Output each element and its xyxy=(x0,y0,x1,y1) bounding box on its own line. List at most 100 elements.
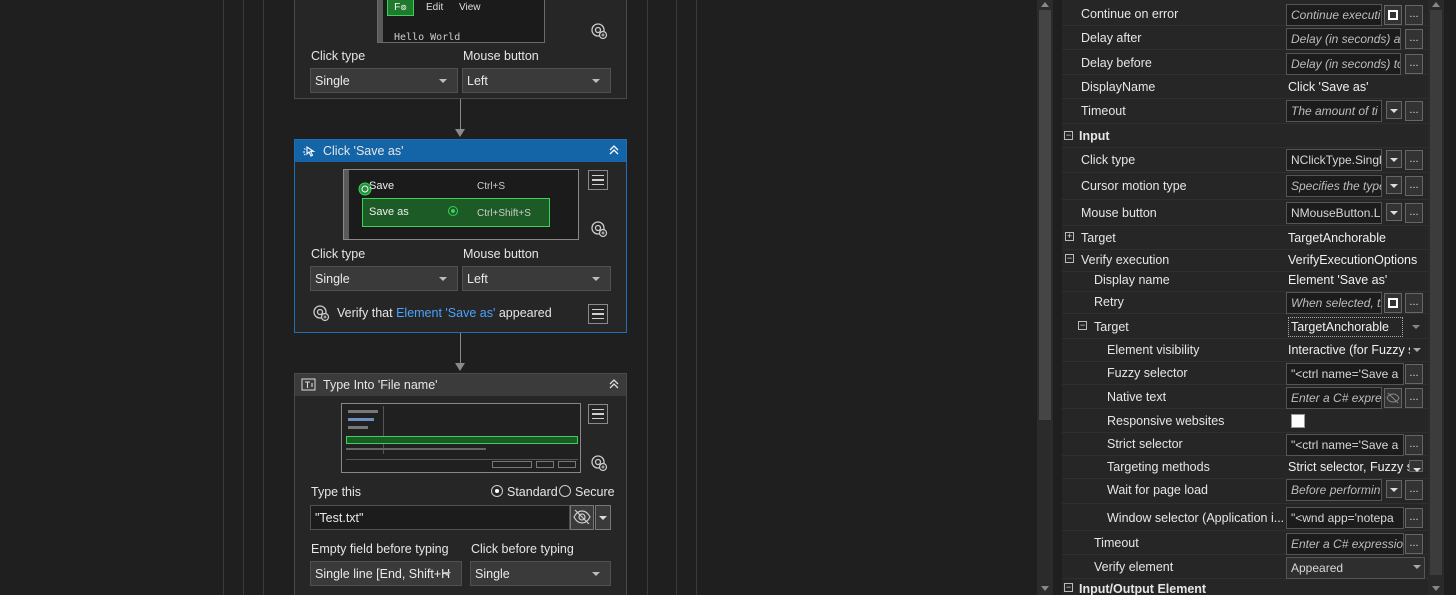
ellipsis-button[interactable]: ... xyxy=(1405,29,1423,49)
property-value-field[interactable]: NClickType.Singl xyxy=(1286,149,1382,171)
properties-scrollbar[interactable] xyxy=(1428,0,1444,595)
property-value-field[interactable]: Before performin xyxy=(1286,479,1382,501)
ellipsis-button[interactable]: ... xyxy=(1405,388,1423,408)
collapse-section-icon[interactable]: − xyxy=(1064,583,1073,592)
property-value[interactable]: TargetAnchorable xyxy=(1288,317,1403,337)
property-row-display-name[interactable]: DisplayName Click 'Save as' xyxy=(1062,75,1428,99)
target-icon[interactable] xyxy=(590,220,608,238)
property-value-field[interactable]: Continue executi xyxy=(1286,4,1382,26)
activity-header[interactable]: Click 'Save as' xyxy=(295,140,626,162)
property-row-verify-display-name[interactable]: Display name Element 'Save as' xyxy=(1062,268,1428,292)
empty-field-dropdown[interactable]: Single line [End, Shift+H xyxy=(310,561,462,586)
scrollbar-thumb[interactable] xyxy=(1039,10,1051,420)
property-value-field[interactable]: "<ctrl name='Save a xyxy=(1286,434,1404,456)
property-value[interactable]: Click 'Save as' xyxy=(1288,77,1369,97)
property-value-field[interactable]: NMouseButton.L xyxy=(1286,202,1382,224)
radio-secure[interactable] xyxy=(559,485,571,497)
verify-options-menu-button[interactable] xyxy=(588,304,608,324)
property-value-field[interactable]: "<wnd app='notepa xyxy=(1286,507,1404,529)
activity-card-click[interactable]: F ⊚ Edit View Hello World Click type Mous… xyxy=(294,0,627,99)
property-value-field[interactable]: Enter a C# expression xyxy=(1286,533,1404,555)
value-dropdown-button[interactable] xyxy=(1409,460,1423,472)
value-dropdown-button[interactable] xyxy=(1386,203,1402,221)
activity-card-click-save-as[interactable]: Click 'Save as' Save Ctrl+S Save as Ctrl… xyxy=(294,139,627,333)
scroll-down-icon[interactable] xyxy=(1432,586,1440,591)
property-row-responsive-websites[interactable]: Responsive websites xyxy=(1062,409,1428,433)
property-value-field[interactable]: Specifies the type xyxy=(1286,175,1382,197)
property-value-field[interactable]: When selected, tl xyxy=(1286,292,1382,314)
chevron-down-icon[interactable] xyxy=(1413,565,1421,569)
property-row-fuzzy-selector[interactable]: Fuzzy selector "<ctrl name='Save a ... xyxy=(1062,361,1428,385)
property-value[interactable]: Interactive (for Fuzzy s xyxy=(1288,340,1410,360)
property-section-input[interactable]: − Input xyxy=(1062,124,1428,148)
collapse-icon[interactable]: − xyxy=(1065,254,1074,263)
checkbox-toggle-button[interactable] xyxy=(1384,293,1402,313)
text-input[interactable]: "Test.txt" xyxy=(310,505,570,530)
ellipsis-button[interactable]: ... xyxy=(1405,435,1423,455)
ellipsis-button[interactable]: ... xyxy=(1405,293,1423,313)
value-dropdown-button[interactable] xyxy=(1386,101,1402,119)
property-row-targeting-methods[interactable]: Targeting methods Strict selector, Fuzzy… xyxy=(1062,455,1428,479)
radio-standard[interactable] xyxy=(491,485,503,497)
scroll-up-icon[interactable] xyxy=(1432,2,1440,7)
property-row-delay-after[interactable]: Delay after Delay (in seconds) af ... xyxy=(1062,26,1428,50)
options-menu-button[interactable] xyxy=(588,404,608,424)
property-row-click-type[interactable]: Click type NClickType.Singl ... xyxy=(1062,147,1428,173)
activity-header[interactable]: Type Into 'File name' xyxy=(295,374,626,396)
property-value-field[interactable]: Appeared xyxy=(1286,557,1425,579)
ellipsis-button[interactable]: ... xyxy=(1405,5,1423,25)
property-row-strict-selector[interactable]: Strict selector "<ctrl name='Save a ... xyxy=(1062,432,1428,456)
property-section-input-output-element[interactable]: − Input/Output Element xyxy=(1062,579,1428,595)
property-row-continue-on-error[interactable]: Continue on error Continue executi ... xyxy=(1062,2,1428,26)
property-row-retry[interactable]: Retry When selected, tl ... xyxy=(1062,290,1428,314)
scrollbar-thumb[interactable] xyxy=(1430,10,1442,575)
value-dropdown-button[interactable] xyxy=(1386,176,1402,194)
property-row-cursor-motion-type[interactable]: Cursor motion type Specifies the type ..… xyxy=(1062,173,1428,200)
activity-card-type-into[interactable]: Type Into 'File name' Type this Standard… xyxy=(294,373,627,595)
hide-value-button[interactable] xyxy=(1384,388,1402,408)
mouse-button-dropdown[interactable]: Left xyxy=(462,266,611,291)
property-value[interactable]: TargetAnchorable xyxy=(1288,228,1386,248)
property-value-field[interactable]: Delay (in seconds) to xyxy=(1286,53,1401,75)
property-value[interactable]: Element 'Save as' xyxy=(1288,270,1387,290)
property-value[interactable]: VerifyExecutionOptions xyxy=(1288,250,1424,270)
click-type-dropdown[interactable]: Single xyxy=(310,68,458,93)
chevron-down-icon[interactable] xyxy=(1412,325,1420,329)
value-dropdown-button[interactable] xyxy=(1386,150,1402,168)
ellipsis-button[interactable]: ... xyxy=(1405,150,1423,170)
mouse-button-dropdown[interactable]: Left xyxy=(462,68,611,93)
verify-element-link[interactable]: Element 'Save as' xyxy=(396,306,495,320)
property-row-native-text[interactable]: Native text Enter a C# expres ... xyxy=(1062,385,1428,409)
scroll-down-icon[interactable] xyxy=(1041,586,1049,591)
expression-dropdown-button[interactable] xyxy=(595,505,611,530)
property-row-mouse-button[interactable]: Mouse button NMouseButton.L ... xyxy=(1062,200,1428,226)
ellipsis-button[interactable]: ... xyxy=(1405,364,1423,384)
collapse-icon[interactable] xyxy=(608,378,620,393)
ellipsis-button[interactable]: ... xyxy=(1405,54,1423,74)
click-before-dropdown[interactable]: Single xyxy=(470,561,611,586)
ellipsis-button[interactable]: ... xyxy=(1405,176,1423,196)
ellipsis-button[interactable]: ... xyxy=(1405,508,1423,528)
property-value[interactable]: Strict selector, Fuzzy s xyxy=(1288,457,1410,477)
chevron-down-icon[interactable] xyxy=(1413,348,1421,352)
property-row-timeout[interactable]: Timeout The amount of ti ... xyxy=(1062,98,1428,124)
property-row-verify-element[interactable]: Verify element Appeared xyxy=(1062,555,1428,579)
ellipsis-button[interactable]: ... xyxy=(1405,534,1423,554)
property-row-window-selector[interactable]: Window selector (Application i... "<wnd … xyxy=(1062,505,1428,531)
canvas-scrollbar[interactable] xyxy=(1037,0,1053,595)
scroll-up-icon[interactable] xyxy=(1041,2,1049,7)
target-icon[interactable] xyxy=(590,454,608,472)
property-row-element-visibility[interactable]: Element visibility Interactive (for Fuzz… xyxy=(1062,338,1428,362)
property-value-field[interactable]: "<ctrl name='Save a xyxy=(1286,363,1404,385)
collapse-icon[interactable] xyxy=(608,144,620,159)
property-value-field[interactable]: Enter a C# expres xyxy=(1286,387,1382,409)
options-menu-button[interactable] xyxy=(588,170,608,190)
ellipsis-button[interactable]: ... xyxy=(1405,101,1423,121)
property-value-field[interactable]: Delay (in seconds) af xyxy=(1286,28,1401,50)
checkbox-toggle-button[interactable] xyxy=(1384,5,1402,25)
collapse-section-icon[interactable]: − xyxy=(1064,131,1073,140)
property-row-wait-for-page-load[interactable]: Wait for page load Before performin ... xyxy=(1062,477,1428,504)
verify-target-icon[interactable] xyxy=(312,304,330,322)
target-icon[interactable] xyxy=(590,22,608,40)
ellipsis-button[interactable]: ... xyxy=(1405,203,1423,223)
